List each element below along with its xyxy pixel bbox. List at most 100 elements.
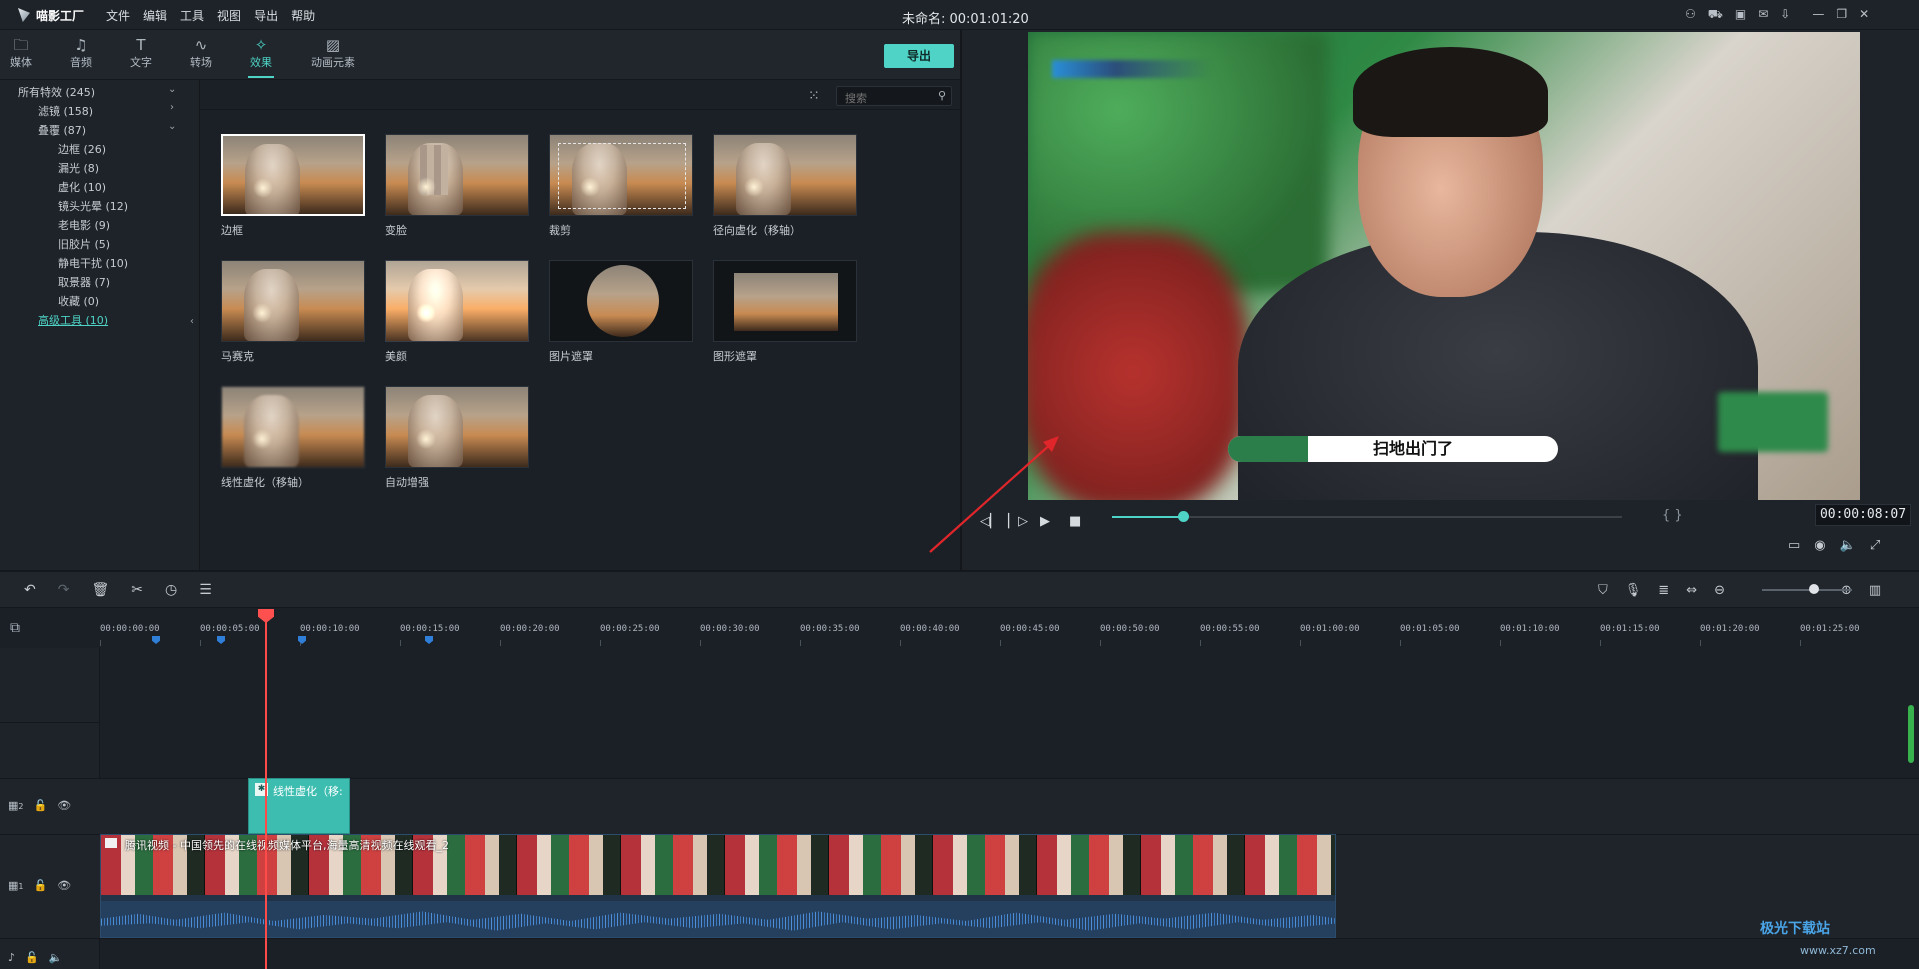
mail-icon[interactable]: ✉ [1758,7,1768,23]
tree-item-advanced[interactable]: 高级工具 (10) [38,312,108,328]
tree-item-static[interactable]: 静电干扰 (10) [58,255,128,271]
speed-icon[interactable]: ◷ [165,582,177,598]
visibility-icon[interactable]: 👁 [57,879,71,892]
snapshot-icon[interactable]: ◉ [1814,538,1825,553]
effect-card-auto-enhance[interactable]: 自动增强 [385,386,529,490]
cart-icon[interactable]: ⛟ [1708,7,1723,23]
tree-item-all[interactable]: 所有特效 (245) [18,84,95,100]
tree-item-oldfilm[interactable]: 老电影 (9) [58,217,110,233]
lock-icon[interactable]: 🔓 [25,951,39,964]
lock-icon[interactable]: 🔓 [34,879,48,892]
timeline-ruler[interactable]: 00:00:00:00 00:00:05:00 00:00:10:00 00:0… [100,608,1919,648]
preview-tools: ▭ ◉ 🔈 ⤢ [1788,538,1880,553]
microphone-icon[interactable]: 🎙 [1625,583,1642,598]
effect-card-beauty[interactable]: 美颜 [385,260,529,364]
timeline-marker[interactable] [217,636,225,644]
undo-icon[interactable]: ↶ [24,582,36,598]
video-clip[interactable]: 腾讯视频 - 中国领先的在线视频媒体平台,海量高清视频在线观看_2 [100,834,1336,938]
redo-icon[interactable]: ↷ [58,582,70,598]
tab-text[interactable]: T 文字 [116,36,166,70]
add-track-icon[interactable]: ⧉ [10,620,20,636]
delete-icon[interactable]: 🗑 [91,582,109,598]
tree-item-lightleak[interactable]: 漏光 (8) [58,160,99,176]
preview-timecode[interactable]: 00:00:08:07 [1815,504,1911,526]
timeline-marker[interactable] [152,636,160,644]
effect-label: 图形遮罩 [713,350,757,363]
vertical-scrollbar[interactable] [1908,705,1914,763]
preview-panel: 扫地出门了 ◁▏ ▏▷ ▶ ■ { } 00:00:08:07 ▭ ◉ 🔈 ⤢ [960,30,1919,570]
menu-help[interactable]: 帮助 [291,7,315,24]
menu-edit[interactable]: 编辑 [143,7,167,24]
chevron-down-icon[interactable]: ⌄ [168,121,176,132]
ruler-label: 00:01:00:00 [1300,624,1360,634]
audio-mixer-icon[interactable]: ≣ [1658,583,1669,598]
menu-file[interactable]: 文件 [106,7,130,24]
restore-icon[interactable]: ❐ [1836,7,1847,23]
user-icon[interactable]: ⚇ [1685,7,1696,23]
menu-view[interactable]: 视图 [217,7,241,24]
menu-export[interactable]: 导出 [254,7,278,24]
chevron-down-icon[interactable]: ⌄ [168,84,176,95]
edit-tools: ↶ ↷ 🗑 ✂ ◷ ☰ [24,582,212,598]
chevron-right-icon[interactable]: › [170,102,174,113]
export-button[interactable]: 导出 [884,44,954,68]
effect-clip[interactable]: ✱ 线性虚化（移: [248,778,350,834]
lock-icon[interactable]: 🔓 [34,799,48,812]
effect-card-crop[interactable]: 裁剪 [549,134,693,238]
watermark-brand: 极光下载站 [1760,921,1830,937]
collapse-panel-icon[interactable]: ‹ [190,316,194,327]
effect-card-faceoff[interactable]: 变脸 [385,134,529,238]
volume-icon[interactable]: 🔈 [1840,538,1856,553]
visibility-icon[interactable]: 👁 [57,799,71,812]
tab-effects[interactable]: ✧ 效果 [236,36,286,78]
effect-label: 图片遮罩 [549,350,593,363]
playhead-line[interactable] [265,616,267,969]
seek-handle[interactable] [1178,511,1189,522]
video-clip-title: 腾讯视频 - 中国领先的在线视频媒体平台,海量高清视频在线观看_2 [125,839,449,852]
close-icon[interactable]: ✕ [1859,7,1869,23]
media-tabs: 🗀 媒体 ♫ 音频 T 文字 ∿ 转场 ✧ 效果 ▨ 动画元素 [0,30,960,80]
grid-view-icon[interactable]: ⁙ [808,88,820,104]
tab-elements[interactable]: ▨ 动画元素 [306,36,360,70]
cut-icon[interactable]: ✂ [131,582,143,598]
tab-media[interactable]: 🗀 媒体 [0,36,46,70]
tree-item-vintage[interactable]: 旧胶片 (5) [58,236,110,252]
effect-card-shape-mask[interactable]: 图形遮罩 [713,260,857,364]
ruler-label: 00:01:20:00 [1700,624,1760,634]
tab-audio[interactable]: ♫ 音频 [56,36,106,70]
download-icon[interactable]: ⇩ [1780,7,1790,23]
minimize-icon[interactable]: — [1812,7,1824,23]
display-settings-icon[interactable]: ▭ [1788,538,1800,553]
adjust-icon[interactable]: ☰ [199,582,212,598]
marker-icon[interactable]: ⛉ [1598,583,1608,598]
tree-item-filters[interactable]: 滤镜 (158) [38,103,93,119]
effect-card-mosaic[interactable]: 马赛克 [221,260,365,364]
tree-item-overlay[interactable]: 叠覆 (87) [38,122,86,138]
document-title: 未命名: 00:01:01:20 [902,12,1029,27]
video-preview[interactable]: 扫地出门了 [1028,32,1860,500]
fullscreen-icon[interactable]: ⤢ [1870,538,1880,553]
zoom-out-icon[interactable]: ⊖ [1714,583,1725,598]
effect-card-linear-blur[interactable]: 线性虚化（移轴） [221,386,365,490]
effect-card-image-mask[interactable]: 图片遮罩 [549,260,693,364]
effect-card-radial-blur[interactable]: 径向虚化（移轴） [713,134,857,238]
tree-item-viewfinder[interactable]: 取景器 (7) [58,274,110,290]
menu-tools[interactable]: 工具 [180,7,204,24]
panel-toggle-icon[interactable]: ▥ [1869,583,1881,598]
zoom-slider[interactable] [1762,589,1852,591]
effect-card-frame[interactable]: 边框 [221,134,365,238]
search-icon[interactable]: ⚲ [938,89,946,102]
mark-in-out[interactable]: { } [1662,508,1683,523]
search-input[interactable] [837,89,927,108]
tree-item-blur[interactable]: 虚化 (10) [58,179,106,195]
save-icon[interactable]: ▣ [1735,7,1746,23]
tree-item-frame[interactable]: 边框 (26) [58,141,106,157]
fit-timeline-icon[interactable]: ⇔ [1686,583,1697,598]
speaker-icon[interactable]: 🔈 [49,951,63,964]
tree-item-favorites[interactable]: 收藏 (0) [58,293,99,309]
stop-icon[interactable]: ■ [1069,514,1081,529]
tab-transition[interactable]: ∿ 转场 [176,36,226,70]
tree-item-lensflare[interactable]: 镜头光晕 (12) [58,198,128,214]
zoom-handle[interactable] [1809,584,1819,594]
timeline-marker[interactable] [425,636,433,644]
